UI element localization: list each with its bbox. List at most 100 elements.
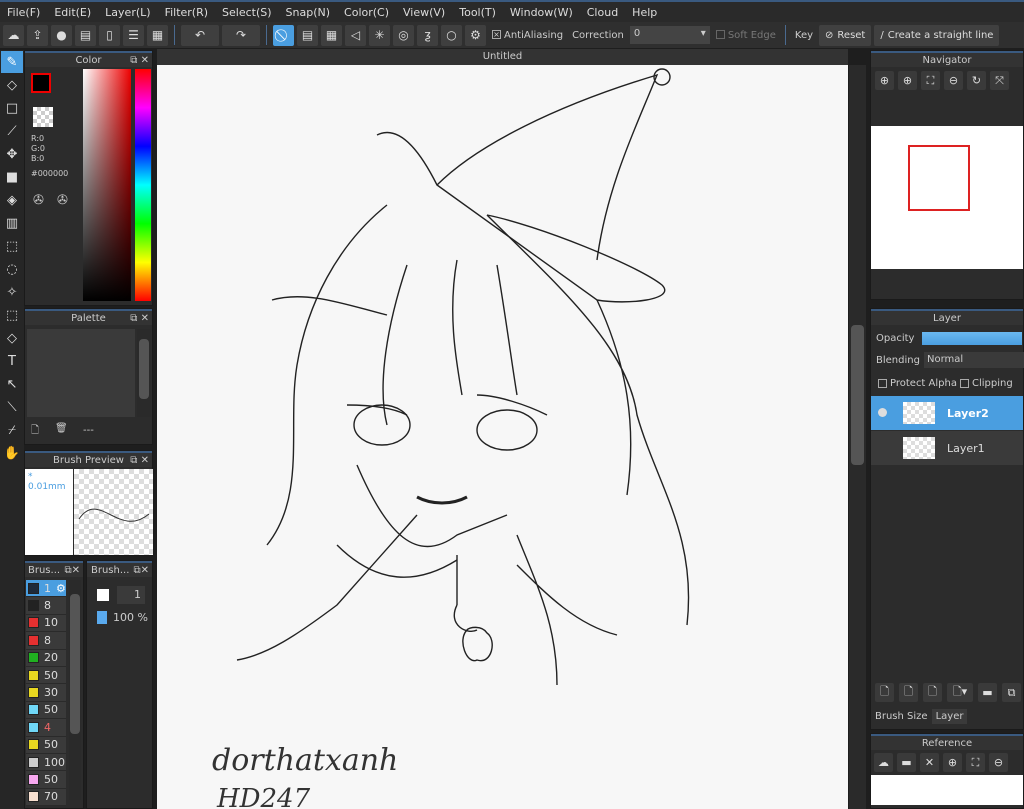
viewport-rect[interactable] [908,145,970,211]
fit-icon[interactable]: ⛶ [966,753,985,772]
drawing-canvas[interactable]: dorthatxanh HD247 [157,65,848,809]
brush-item[interactable]: 70 [26,788,66,807]
share-icon[interactable]: ⇪ [27,24,48,46]
circle-snap-icon[interactable]: ○ [441,24,462,46]
opacity-slider[interactable] [922,332,1022,345]
foreground-color-swatch[interactable] [31,73,51,93]
flip-icon[interactable]: ⤧ [990,71,1009,90]
grid-snap-icon[interactable]: ▦ [321,24,342,46]
brush-item[interactable]: 8 [26,632,66,650]
magic-wand-icon[interactable]: ✧ [1,281,23,303]
menu-tool[interactable]: Tool(T) [452,6,503,19]
duplicate-layer-icon[interactable]: ⧉ [1002,683,1021,702]
tab-layer[interactable]: Layer [931,709,968,724]
menu-edit[interactable]: Edit(E) [47,6,98,19]
shape-fill-icon[interactable]: ■ [1,166,23,188]
curve-snap-icon[interactable]: ƺ [417,24,438,46]
float-close-icon[interactable]: ⧉✕ [133,563,149,579]
gear-icon[interactable]: ⚙ [56,582,66,595]
menu-file[interactable]: File(F) [0,6,47,19]
background-color-swatch[interactable] [33,107,53,127]
brush-item[interactable]: 20 [26,649,66,667]
palette-scrollbar[interactable] [137,329,151,417]
clipping-checkbox[interactable]: Clipping [960,378,1013,389]
float-close-icon[interactable]: ⧉✕ [64,563,80,579]
layer-row-layer2[interactable]: Layer2 [871,396,1023,430]
fit-icon[interactable]: ⛶ [921,71,940,90]
bucket-icon[interactable]: ◈ [1,189,23,211]
tab-brush-size[interactable]: Brush Size [871,709,932,724]
reset-button[interactable]: ⊘ Reset [819,24,872,46]
snap-settings-icon[interactable]: ⚙ [465,24,486,46]
brush-size-input[interactable]: 1 [117,586,145,604]
menu-color[interactable]: Color(C) [337,6,396,19]
hand-icon[interactable]: ✋ [1,442,23,464]
float-close-icon[interactable]: ⧉ ✕ [130,53,149,69]
brush-item[interactable]: 50 [26,771,66,789]
trash-icon[interactable]: 🗑 [55,423,68,434]
select-eraser-icon[interactable]: ◇ [1,327,23,349]
panel-icon[interactable]: ▦ [147,24,168,46]
color-wheel-icon[interactable]: ✇ [33,193,44,208]
menu-cloud[interactable]: Cloud [580,6,625,19]
brush-item[interactable]: 50 [26,736,66,754]
folder-icon[interactable]: ▬ [978,683,997,702]
menu-filter[interactable]: Filter(R) [158,6,215,19]
correction-select[interactable]: 0 ▾ [629,26,710,44]
cloud-download-icon[interactable]: ☁ [874,753,893,772]
parallel-snap-icon[interactable]: ▤ [297,24,318,46]
brush-list-scrollbar[interactable] [69,580,81,800]
cloud-icon[interactable]: ☁ [3,24,24,46]
color-swap-icon[interactable]: ✇ [57,193,68,208]
brush-tool-icon[interactable]: ✎ [1,51,23,73]
brush-item[interactable]: 50 [26,701,66,720]
eyedropper-icon[interactable]: ⌿ [1,419,23,441]
zoom-in-icon[interactable]: ⊕ [943,753,962,772]
canvas-scrollbar[interactable] [849,65,866,809]
navigator-preview[interactable] [871,126,1023,269]
document-tab[interactable]: Untitled [157,49,848,65]
soft-edge-checkbox[interactable]: Soft Edge [713,30,779,41]
zoom-out-icon[interactable]: ⊖ [989,753,1008,772]
zoom-out-icon[interactable]: ⊖ [944,71,963,90]
eraser-tool-icon[interactable]: ◇ [1,74,23,96]
antialiasing-checkbox[interactable]: × AntiAliasing [489,30,566,41]
menu-window[interactable]: Window(W) [503,6,580,19]
new-1bit-layer-icon[interactable]: 🗋 [923,683,942,702]
list-icon[interactable]: ☰ [123,24,144,46]
comment-icon[interactable]: ● [51,24,72,46]
lasso-brush-icon[interactable]: ⟋ [1,120,23,142]
text-tool-icon[interactable]: T [1,350,23,372]
dot-tool-icon[interactable]: □ [1,97,23,119]
float-close-icon[interactable]: ⧉ ✕ [130,311,149,327]
operation-icon[interactable]: ↖ [1,373,23,395]
zoom-in-icon[interactable]: ⊕ [898,71,917,90]
brush-opacity-value[interactable]: 100 % [113,611,148,624]
saturation-value-picker[interactable] [83,69,131,301]
new-layer-icon[interactable]: 🗋 [875,683,894,702]
brush-item[interactable]: 8 [26,597,66,615]
open-folder-icon[interactable]: ▬ [897,753,916,772]
document-icon[interactable]: ▯ [99,24,120,46]
hue-slider[interactable] [135,69,151,301]
select-rect-icon[interactable]: ⬚ [1,235,23,257]
menu-layer[interactable]: Layer(L) [98,6,157,19]
close-icon[interactable]: ✕ [920,753,939,772]
brush-item[interactable]: 30 [26,684,66,702]
layer-row-layer1[interactable]: Layer1 [871,431,1023,465]
blending-select[interactable]: Normal [924,352,1024,368]
brush-item[interactable]: 100 [26,753,66,772]
new-palette-icon[interactable]: 🗋 [31,423,39,440]
redo-icon[interactable]: ↷ [222,24,260,46]
brush-item[interactable]: 1 ⚙ [26,580,66,598]
radial-snap-icon[interactable]: ✳ [369,24,390,46]
rotate-icon[interactable]: ↻ [967,71,986,90]
snap-off-icon[interactable]: ⃠ [273,24,294,46]
divide-icon[interactable]: ⟍ [1,396,23,418]
move-tool-icon[interactable]: ✥ [1,143,23,165]
concentric-snap-icon[interactable]: ◎ [393,24,414,46]
lasso-icon[interactable]: ◌ [1,258,23,280]
brush-item[interactable]: 50 [26,666,66,685]
visibility-icon[interactable] [878,408,887,417]
add-layer-menu-icon[interactable]: 🗋▾ [947,683,973,702]
